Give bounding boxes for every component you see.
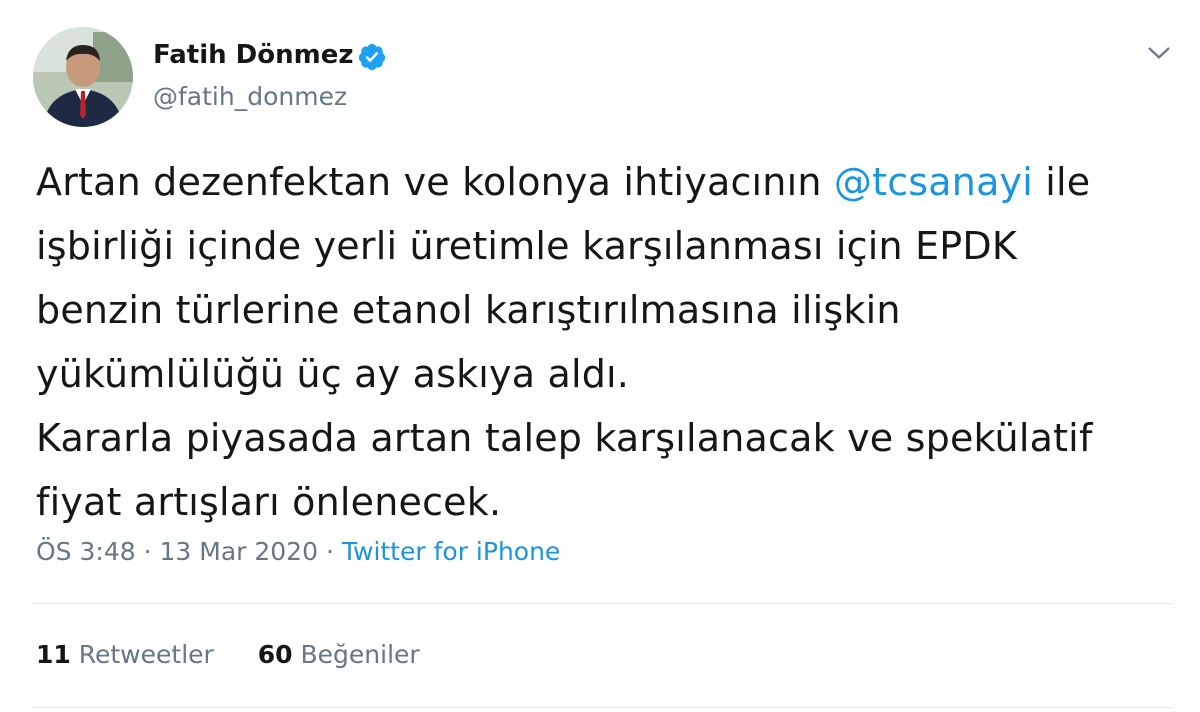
tweet-date[interactable]: 13 Mar 2020	[160, 537, 319, 566]
chevron-down-icon[interactable]	[1144, 38, 1174, 68]
retweets-stat[interactable]: 11 Retweetler	[36, 640, 214, 669]
divider	[33, 603, 1173, 604]
tweet-text-line: Kararla piyasada artan talep karşılanaca…	[36, 416, 1093, 460]
author-name[interactable]: Fatih Dönmez	[153, 40, 354, 70]
tweet-stats: 11 Retweetler 60 Beğeniler	[36, 640, 456, 669]
divider	[33, 707, 1173, 708]
tweet-meta: ÖS 3:48 · 13 Mar 2020 · Twitter for iPho…	[36, 537, 560, 566]
likes-label: Beğeniler	[300, 640, 420, 669]
verified-badge-icon	[358, 43, 386, 71]
avatar-image	[33, 27, 133, 127]
tweet-text-line: fiyat artışları önlenecek.	[36, 480, 502, 524]
likes-count: 60	[257, 640, 293, 669]
retweets-count: 11	[36, 640, 71, 669]
tweet-text: Artan dezenfektan ve kolonya ihtiyacının…	[36, 150, 1176, 534]
meta-separator: ·	[325, 537, 334, 566]
tweet-time[interactable]: ÖS 3:48	[36, 537, 136, 566]
retweets-label: Retweetler	[78, 640, 214, 669]
likes-stat[interactable]: 60 Beğeniler	[258, 640, 420, 669]
avatar[interactable]	[33, 27, 133, 127]
tweet-source-link[interactable]: Twitter for iPhone	[342, 537, 560, 566]
tweet-text-line: yükümlülüğü üç ay askıya aldı.	[36, 352, 630, 396]
meta-separator: ·	[143, 537, 152, 566]
tweet-card: Fatih Dönmez @fatih_donmez Artan dezenfe…	[0, 0, 1200, 712]
tweet-text-line: Artan dezenfektan ve kolonya ihtiyacının…	[36, 160, 1091, 204]
mention-link[interactable]: @tcsanayi	[834, 160, 1033, 204]
author-handle[interactable]: @fatih_donmez	[153, 82, 347, 111]
tweet-text-line: benzin türlerine etanol karıştırılmasına…	[36, 288, 901, 332]
tweet-text-line: işbirliği içinde yerli üretimle karşılan…	[36, 224, 1017, 268]
